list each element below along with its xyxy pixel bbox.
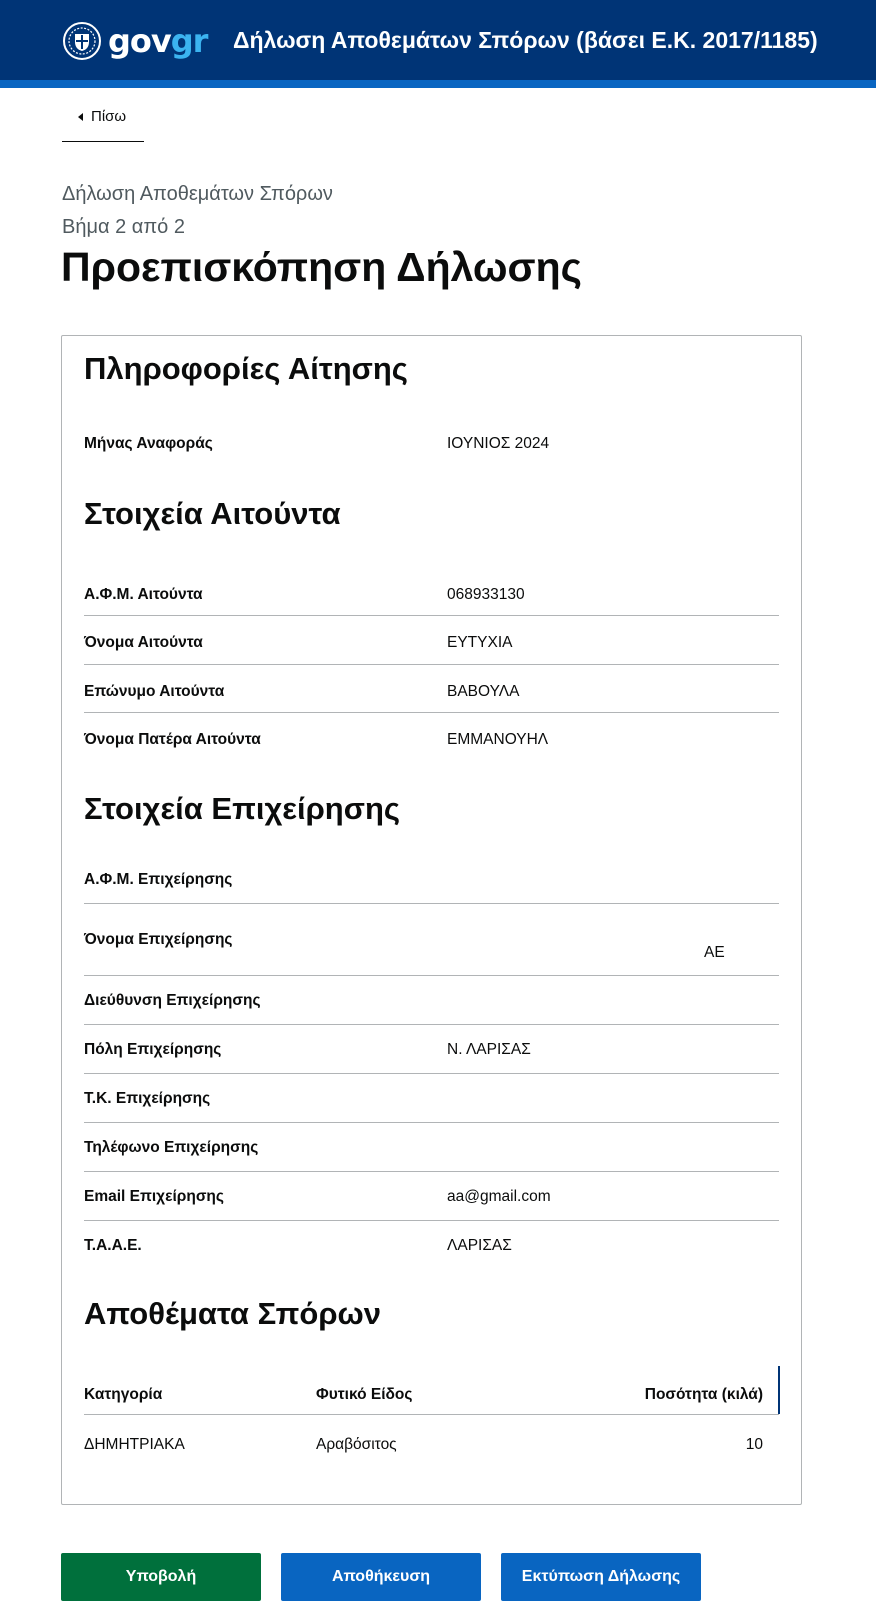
cell-quantity: 10: [745, 1436, 763, 1453]
row-label: Διεύθυνση Επιχείρησης: [84, 992, 261, 1009]
row-value: ΕΥΤΥΧΙΑ: [447, 634, 513, 651]
row-label: Α.Φ.Μ. Αιτούντα: [84, 586, 203, 603]
table-scroll-edge: [778, 1366, 780, 1414]
row-label: Τ.Α.Α.Ε.: [84, 1237, 142, 1254]
govgr-logo[interactable]: govgr: [62, 21, 209, 61]
logo-gr-text: gr: [170, 22, 209, 60]
section-title-applicant: Στοιχεία Αιτούντα: [84, 496, 341, 531]
section-title-application-info: Πληροφορίες Αίτησης: [84, 351, 408, 386]
table-row: ΔΗΜΗΤΡΙΑΚΑ Αραβόσιτος 10: [84, 1415, 779, 1465]
row-label: Όνομα Επιχείρησης: [84, 931, 233, 948]
column-header-category: Κατηγορία: [84, 1386, 163, 1403]
row-value: ΛΑΡΙΣΑΣ: [447, 1237, 512, 1254]
summary-row-applicant-afm: Α.Φ.Μ. Αιτούντα 068933130: [84, 568, 779, 616]
service-title: Δήλωση Αποθεμάτων Σπόρων (βάσει Ε.Κ. 201…: [233, 27, 818, 53]
summary-row-business-taae: Τ.Α.Α.Ε. ΛΑΡΙΣΑΣ: [84, 1221, 779, 1270]
print-declaration-button[interactable]: Εκτύπωση Δήλωσης: [501, 1553, 701, 1601]
caret-left-icon: [78, 113, 83, 121]
summary-row-business-city: Πόλη Επιχείρησης Ν. ΛΑΡΙΣΑΣ: [84, 1025, 779, 1074]
summary-row-business-postal-code: Τ.Κ. Επιχείρησης: [84, 1074, 779, 1123]
cell-category: ΔΗΜΗΤΡΙΑΚΑ: [84, 1436, 185, 1453]
summary-row-applicant-surname: Επώνυμο Αιτούντα ΒΑΒΟΥΛΑ: [84, 665, 779, 713]
save-button[interactable]: Αποθήκευση: [281, 1553, 481, 1601]
back-link-label: Πίσω: [91, 108, 127, 125]
row-label: Πόλη Επιχείρησης: [84, 1041, 222, 1058]
row-value: Ν. ΛΑΡΙΣΑΣ: [447, 1041, 531, 1058]
row-value: aa@gmail.com: [447, 1188, 551, 1205]
row-value: ΙΟΥΝΙΟΣ 2024: [447, 435, 550, 452]
page-caption: Δήλωση Αποθεμάτων Σπόρων: [62, 183, 333, 205]
step-indicator: Βήμα 2 από 2: [62, 216, 185, 238]
row-label: Email Επιχείρησης: [84, 1188, 224, 1205]
row-label: Α.Φ.Μ. Επιχείρησης: [84, 871, 233, 888]
row-value: ΕΜΜΑΝΟΥΗΛ: [447, 731, 549, 748]
row-label: Μήνας Αναφοράς: [84, 435, 213, 452]
summary-row-applicant-name: Όνομα Αιτούντα ΕΥΤΥΧΙΑ: [84, 616, 779, 665]
summary-row-applicant-father-name: Όνομα Πατέρα Αιτούντα ΕΜΜΑΝΟΥΗΛ: [84, 713, 779, 761]
row-label: Επώνυμο Αιτούντα: [84, 683, 225, 700]
row-label: Τ.Κ. Επιχείρησης: [84, 1090, 211, 1107]
cell-species: Αραβόσιτος: [316, 1436, 397, 1453]
summary-row-business-email: Email Επιχείρησης aa@gmail.com: [84, 1172, 779, 1221]
row-label: Όνομα Πατέρα Αιτούντα: [84, 731, 261, 748]
greek-emblem-icon: [63, 22, 101, 60]
section-title-seed-stocks: Αποθέματα Σπόρων: [84, 1296, 381, 1331]
column-header-species: Φυτικό Είδος: [316, 1386, 413, 1403]
header-stripe: [0, 80, 876, 88]
summary-row-business-name: Όνομα Επιχείρησης ΑΕ: [84, 904, 779, 976]
row-label: Τηλέφωνο Επιχείρησης: [84, 1139, 259, 1156]
stocks-table-header: Κατηγορία Φυτικό Είδος Ποσότητα (κιλά): [84, 1366, 779, 1415]
row-value: 068933130: [447, 586, 525, 603]
summary-row-business-address: Διεύθυνση Επιχείρησης: [84, 976, 779, 1025]
page-title: Προεπισκόπηση Δήλωσης: [61, 244, 582, 290]
row-label: Όνομα Αιτούντα: [84, 634, 203, 651]
summary-row-business-afm: Α.Φ.Μ. Επιχείρησης: [84, 855, 779, 904]
column-header-quantity: Ποσότητα (κιλά): [644, 1386, 763, 1403]
submit-button[interactable]: Υποβολή: [61, 1553, 261, 1601]
back-link[interactable]: Πίσω: [62, 108, 144, 142]
site-header: govgr Δήλωση Αποθεμάτων Σπόρων (βάσει Ε.…: [0, 0, 876, 80]
row-value: ΒΑΒΟΥΛΑ: [447, 683, 520, 700]
summary-row-report-month: Μήνας Αναφοράς ΙΟΥΝΙΟΣ 2024: [84, 425, 779, 465]
row-value: ΑΕ: [704, 944, 725, 961]
logo-gov-text: gov: [108, 22, 172, 60]
section-title-business: Στοιχεία Επιχείρησης: [84, 791, 401, 826]
logo-wordmark: govgr: [108, 21, 209, 61]
summary-row-business-phone: Τηλέφωνο Επιχείρησης: [84, 1123, 779, 1172]
